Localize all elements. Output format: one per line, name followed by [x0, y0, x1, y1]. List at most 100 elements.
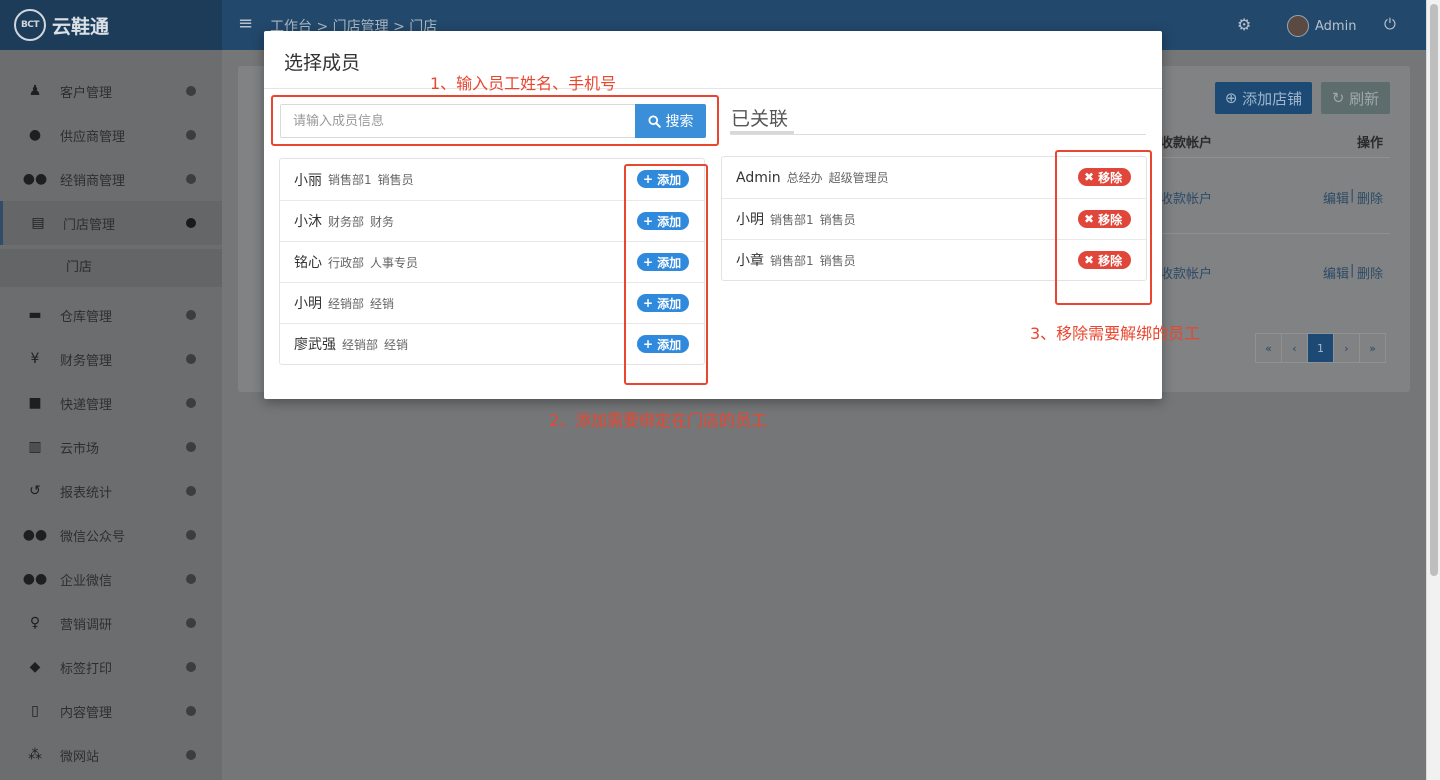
- sidebar-item-finance[interactable]: ¥ 财务管理: [0, 337, 222, 381]
- annotation-step2: 2、添加需要绑定在门店的员工: [549, 411, 768, 430]
- member-dept: 总经办: [786, 171, 823, 185]
- sidebar-subitem-store[interactable]: 门店: [0, 249, 222, 287]
- member-dept: 财务部: [328, 214, 365, 229]
- users-icon: ●●: [22, 171, 48, 187]
- member-dept: 经销部: [342, 337, 379, 352]
- sidebar-item-stores[interactable]: ▤ 门店管理: [0, 201, 222, 245]
- chevron-right-icon: [186, 486, 196, 496]
- column-header-account: 收款帐户: [1160, 136, 1213, 151]
- sidebar-item-dealers[interactable]: ●● 经销商管理: [0, 157, 222, 201]
- sidebar-item-marketing-survey[interactable]: ♀ 营销调研: [0, 601, 222, 645]
- sidebar-item-label: 经销商管理: [60, 173, 126, 189]
- sidebar-item-label: 云市场: [60, 441, 100, 457]
- refresh-button[interactable]: ↻ 刷新: [1321, 82, 1390, 114]
- user-name[interactable]: Admin: [1315, 19, 1356, 34]
- file-icon: ▯: [31, 703, 39, 719]
- logout-power-icon[interactable]: ⏻: [1384, 15, 1396, 33]
- logo[interactable]: BCT 云鞋通: [0, 0, 222, 50]
- sidebar-item-customers[interactable]: ♟ 客户管理: [0, 69, 222, 113]
- chevron-right-icon: [186, 618, 196, 628]
- menu-toggle-icon[interactable]: ≡: [238, 13, 253, 34]
- logo-mark-icon: BCT: [14, 9, 46, 41]
- sidebar-item-warehouse[interactable]: ▬ 仓库管理: [0, 293, 222, 337]
- member-role: 超级管理员: [828, 171, 889, 185]
- sidebar-item-label: 内容管理: [60, 705, 113, 721]
- chevron-right-icon: [186, 310, 196, 320]
- sidebar-item-label-print[interactable]: ◆ 标签打印: [0, 645, 222, 689]
- annotation-box-add: [624, 164, 708, 385]
- history-icon: ↺: [29, 483, 41, 499]
- member-name: 小章: [736, 253, 764, 269]
- member-dept: 经销部: [328, 296, 365, 311]
- sidebar-item-label: 财务管理: [60, 353, 113, 369]
- member-dept: 销售部1: [770, 253, 814, 268]
- chevron-right-icon: [186, 662, 196, 672]
- sidebar-item-label: 供应商管理: [60, 129, 126, 145]
- member-role: 人事专员: [370, 255, 419, 270]
- sidebar-item-express[interactable]: ■ 快递管理: [0, 381, 222, 425]
- sidebar-item-microsite[interactable]: ⁂ 微网站: [0, 733, 222, 777]
- sidebar-item-label: 门店管理: [63, 217, 116, 233]
- settings-gear-icon[interactable]: ⚙: [1237, 15, 1251, 34]
- member-role: 经销: [370, 296, 395, 311]
- plus-circle-icon: ⊕: [1224, 89, 1243, 107]
- link-separator: |: [1350, 263, 1355, 278]
- edit-link[interactable]: 编辑: [1323, 263, 1349, 282]
- store-icon: ▤: [31, 215, 45, 231]
- pagination-last[interactable]: »: [1359, 333, 1386, 363]
- sidebar-item-cloud-market[interactable]: ▥ 云市场: [0, 425, 222, 469]
- sidebar-item-reports[interactable]: ↺ 报表统计: [0, 469, 222, 513]
- sidebar-item-label: 客户管理: [60, 85, 113, 101]
- link-separator: |: [1350, 188, 1355, 203]
- member-dept: 行政部: [328, 255, 365, 270]
- annotation-box-search: [271, 95, 719, 146]
- sidebar-item-label: 企业微信: [60, 573, 113, 589]
- member-role: 财务: [370, 214, 395, 229]
- delete-link[interactable]: 删除: [1357, 263, 1383, 282]
- user-icon: ●: [28, 127, 42, 143]
- linked-divider: [730, 134, 1146, 135]
- chevron-right-icon: [186, 442, 196, 452]
- wechat-icon: ●●: [22, 527, 48, 543]
- add-shop-label: 添加店铺: [1242, 89, 1303, 108]
- annotation-box-remove: [1055, 150, 1152, 305]
- member-name: 小明: [736, 212, 764, 228]
- delete-link[interactable]: 删除: [1357, 188, 1383, 207]
- sidebar-item-wechat-official[interactable]: ●● 微信公众号: [0, 513, 222, 557]
- tags-icon: ◆: [29, 659, 41, 675]
- member-role: 销售员: [377, 173, 414, 187]
- chevron-right-icon: [186, 750, 196, 760]
- pagination-prev[interactable]: ‹: [1281, 333, 1308, 363]
- member-name: 廖武强: [294, 337, 336, 353]
- chevron-down-icon: [186, 218, 196, 228]
- chevron-right-icon: [186, 174, 196, 184]
- sidebar-item-content[interactable]: ▯ 内容管理: [0, 689, 222, 733]
- sidebar-item-wechat-work[interactable]: ●● 企业微信: [0, 557, 222, 601]
- pagination-current[interactable]: 1: [1307, 333, 1334, 363]
- yen-icon: ¥: [30, 351, 40, 367]
- refresh-icon: ↻: [1331, 89, 1350, 107]
- avatar[interactable]: [1287, 15, 1309, 37]
- table-divider: [1160, 157, 1390, 158]
- edit-link[interactable]: 编辑: [1323, 188, 1349, 207]
- page-scrollbar[interactable]: [1426, 0, 1440, 780]
- building-icon: ▥: [28, 439, 42, 455]
- scrollbar-thumb[interactable]: [1430, 4, 1438, 576]
- pagination-next[interactable]: ›: [1333, 333, 1360, 363]
- member-name: 小明: [294, 296, 322, 312]
- sidebar-item-label: 微网站: [60, 749, 100, 765]
- table-cell-account[interactable]: 收款帐户: [1160, 263, 1212, 282]
- pagination-first[interactable]: «: [1255, 333, 1282, 363]
- linked-section-title: 已关联: [731, 108, 789, 130]
- chevron-right-icon: [186, 86, 196, 96]
- wechat-work-icon: ●●: [22, 571, 48, 587]
- truck-icon: ■: [28, 395, 42, 411]
- app-name: 云鞋通: [52, 15, 110, 38]
- table-cell-account[interactable]: 收款帐户: [1160, 188, 1212, 207]
- sidebar-item-suppliers[interactable]: ● 供应商管理: [0, 113, 222, 157]
- chevron-right-icon: [186, 530, 196, 540]
- add-shop-button[interactable]: ⊕ 添加店铺: [1215, 82, 1312, 114]
- chevron-right-icon: [186, 398, 196, 408]
- table-divider: [1160, 233, 1390, 234]
- person-icon: ♟: [28, 83, 42, 99]
